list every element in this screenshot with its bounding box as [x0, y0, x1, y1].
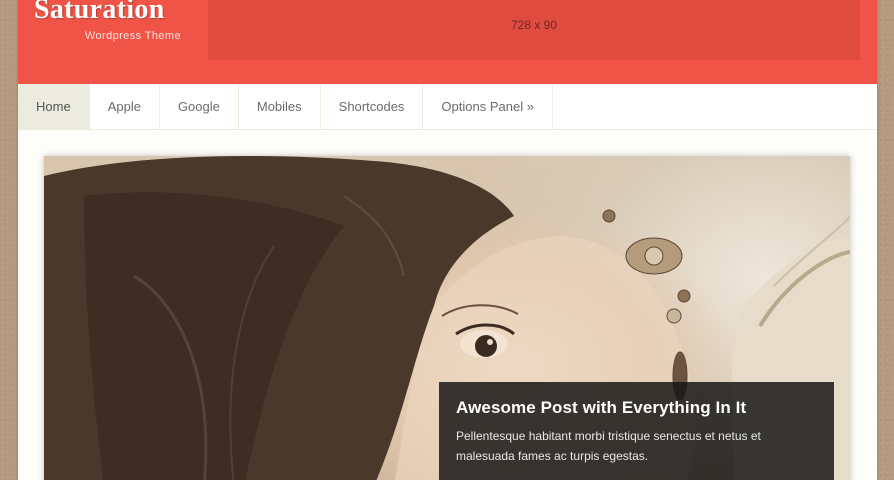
nav-item-google[interactable]: Google: [160, 84, 239, 129]
nav-item-apple[interactable]: Apple: [90, 84, 160, 129]
site-title[interactable]: Saturation: [34, 0, 165, 26]
nav-item-mobiles[interactable]: Mobiles: [239, 84, 321, 129]
main-navigation: Home Apple Google Mobiles Shortcodes Opt…: [18, 84, 877, 130]
ad-banner-placeholder[interactable]: 728 x 90: [208, 0, 860, 60]
page-wrapper: Saturation Wordpress Theme 728 x 90 Home…: [18, 0, 877, 480]
slide-caption-title[interactable]: Awesome Post with Everything In It: [456, 398, 818, 418]
ad-size-label: 728 x 90: [510, 18, 558, 32]
nav-item-options-panel[interactable]: Options Panel »: [423, 84, 553, 129]
slide-caption[interactable]: Awesome Post with Everything In It Pelle…: [439, 382, 834, 480]
featured-slider[interactable]: Awesome Post with Everything In It Pelle…: [44, 156, 850, 480]
site-header: Saturation Wordpress Theme 728 x 90: [18, 0, 877, 84]
nav-item-home[interactable]: Home: [18, 84, 90, 129]
slide-caption-text: Pellentesque habitant morbi tristique se…: [456, 429, 761, 463]
site-tagline: Wordpress Theme: [84, 30, 181, 42]
nav-item-shortcodes[interactable]: Shortcodes: [321, 84, 424, 129]
